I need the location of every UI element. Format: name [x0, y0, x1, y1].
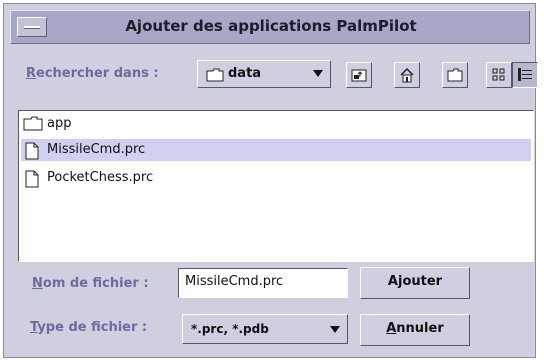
home-icon	[400, 67, 414, 83]
details-view-button[interactable]	[512, 62, 538, 88]
file-list[interactable]: app MissileCmd.prc PocketChess.prc	[18, 110, 534, 262]
file-name: PocketChess.prc	[47, 170, 154, 185]
look-in-dropdown[interactable]: data	[197, 60, 331, 88]
look-in-value: data	[228, 66, 262, 81]
home-button[interactable]	[394, 62, 420, 88]
folder-icon	[206, 68, 224, 82]
chevron-down-icon	[330, 326, 340, 333]
filename-label: Nom de fichier :	[32, 276, 149, 291]
folder-icon	[23, 116, 43, 131]
file-name: MissileCmd.prc	[47, 142, 146, 157]
title-bar[interactable]: Ajouter des applications PalmPilot	[10, 10, 530, 44]
file-name: app	[47, 116, 72, 131]
file-icon	[25, 142, 39, 160]
chevron-down-icon	[313, 70, 323, 77]
list-view-icon	[492, 68, 505, 81]
window-title: Ajouter des applications PalmPilot	[125, 17, 417, 35]
filetype-label: Type de fichier :	[30, 320, 148, 335]
look-in-label: Rechercher dans :	[26, 66, 159, 81]
filetype-value: *.prc, *.pdb	[191, 322, 269, 336]
up-one-level-button[interactable]	[346, 62, 372, 88]
filetype-dropdown[interactable]: *.prc, *.pdb	[182, 314, 348, 344]
file-icon	[25, 170, 39, 188]
cancel-button[interactable]: Annuler	[360, 314, 470, 346]
new-folder-button[interactable]	[442, 62, 468, 88]
list-view-button[interactable]	[486, 62, 512, 88]
file-dialog: Ajouter des applications PalmPilot Reche…	[3, 3, 538, 358]
list-item[interactable]: app	[21, 113, 531, 135]
filename-field[interactable]: MissileCmd.prc	[178, 268, 348, 298]
add-button[interactable]: Ajouter	[360, 267, 470, 299]
new-folder-icon	[447, 68, 463, 82]
details-view-icon	[518, 68, 532, 81]
list-item[interactable]: PocketChess.prc	[21, 167, 531, 189]
up-one-level-icon	[351, 69, 367, 82]
list-item[interactable]: MissileCmd.prc	[21, 139, 531, 161]
